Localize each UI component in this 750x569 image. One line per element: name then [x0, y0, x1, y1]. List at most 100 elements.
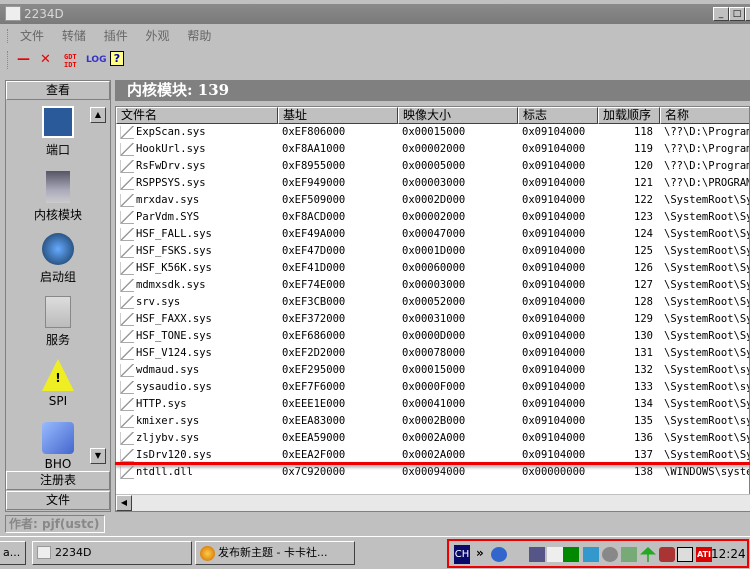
table-row[interactable]: RSPPSYS.sys 0xEF949000 0x00003000 0x0910400… — [116, 175, 749, 192]
maximize-button[interactable]: □ — [729, 7, 745, 21]
file-icon — [120, 364, 134, 377]
col-filename[interactable]: 文件名 — [116, 107, 278, 124]
network-icon[interactable] — [529, 547, 545, 562]
table-row[interactable]: HSF_V124.sys 0xEF2D2000 0x00078000 0x091040… — [116, 345, 749, 362]
ati-icon[interactable]: ATI — [696, 547, 712, 562]
registry-button[interactable]: 注册表 — [6, 471, 110, 490]
nav-startup[interactable]: 启动组 — [20, 233, 96, 285]
table-row[interactable]: HookUrl.sys 0xF8AA1000 0x00002000 0x0910400… — [116, 141, 750, 158]
col-name[interactable]: 名称 — [660, 107, 749, 124]
table-row[interactable]: ntdll.dll 0x7C920000 0x00094000 0x00000000 1… — [116, 464, 749, 481]
nav-kernel-modules[interactable]: 内核模块 — [20, 171, 96, 223]
cell-order: 131 — [634, 347, 653, 359]
table-row[interactable]: HTTP.sys 0xEEE1E000 0x00041000 0x09104000 13… — [116, 396, 750, 413]
file-icon — [120, 177, 134, 190]
file-icon — [120, 432, 134, 445]
col-flags[interactable]: 标志 — [518, 107, 598, 124]
firewall-icon[interactable] — [583, 547, 599, 562]
minus-button[interactable]: — — [17, 52, 30, 67]
file-icon — [120, 211, 134, 224]
scroll-left-button[interactable]: ◀ — [116, 495, 132, 511]
nav-bho[interactable]: BHO — [20, 422, 96, 471]
cell-flags: 0x09104000 — [522, 398, 586, 410]
cell-size: 0x0002A000 — [402, 432, 466, 444]
task-2234d[interactable]: 2234D — [32, 541, 192, 565]
table-row[interactable]: HSF_FALL.sys 0xEF49A000 0x00047000 0x091040… — [116, 226, 750, 243]
cell-name: \SystemRoot\Sy — [664, 398, 750, 410]
log-button[interactable]: LOG — [86, 55, 106, 65]
view-button[interactable]: 查看 — [6, 81, 110, 100]
nav-label: 端口 — [45, 143, 70, 157]
table-row[interactable]: ParVdm.SYS 0xF8ACD000 0x00002000 0x09104000… — [116, 209, 749, 226]
cell-size: 0x0002B000 — [402, 415, 466, 427]
table-row[interactable]: mdmxsdk.sys 0xEF74E000 0x00003000 0x0910400… — [116, 277, 749, 294]
security-shield-icon[interactable] — [659, 547, 675, 562]
table-row[interactable]: zljybv.sys 0xEEA59000 0x0002A000 0x09104000… — [116, 430, 749, 447]
volume-icon[interactable] — [677, 547, 693, 562]
cell-name: \SystemRoot\Sy — [664, 228, 750, 240]
table-row[interactable]: mrxdav.sys 0xEF509000 0x0002D000 0x09104000… — [116, 192, 749, 209]
table-row[interactable]: wdmaud.sys 0xEF295000 0x00015000 0x09104000… — [116, 362, 749, 379]
cell-size: 0x0000D000 — [402, 330, 466, 342]
cell-name: \SystemRoot\sy — [664, 381, 750, 393]
files-button[interactable]: 文件 — [6, 491, 110, 510]
menu-help[interactable]: 帮助 — [187, 29, 211, 43]
table-row[interactable]: kmixer.sys 0xEEA83000 0x0002B000 0x09104000… — [116, 413, 749, 430]
menu-file[interactable]: 文件 — [20, 29, 44, 43]
table-row[interactable]: HSF_FSKS.sys 0xEF47D000 0x0001D000 0x091040… — [116, 243, 749, 260]
cell-order: 119 — [634, 143, 653, 155]
table-row[interactable]: HSF_TONE.sys 0xEF686000 0x0000D000 0x091040… — [116, 328, 749, 345]
menu-appearance[interactable]: 外观 — [146, 29, 170, 43]
minimize-button[interactable]: _ — [713, 7, 729, 21]
cell-flags: 0x00000000 — [522, 466, 586, 478]
task-a[interactable]: a... — [0, 541, 26, 565]
update-icon[interactable] — [621, 547, 637, 562]
cell-size: 0x0000F000 — [402, 381, 466, 393]
menu-dump[interactable]: 转储 — [62, 29, 86, 43]
media-icon[interactable] — [563, 547, 579, 562]
cell-order: 118 — [634, 126, 653, 138]
close-button[interactable]: × — [745, 7, 750, 21]
cell-filename: ExpScan.sys — [136, 126, 206, 138]
computer-icon — [45, 296, 71, 328]
cell-filename: kmixer.sys — [136, 415, 200, 427]
cell-flags: 0x09104000 — [522, 381, 586, 393]
title-bar: 2234D _ □ × — [0, 4, 750, 24]
app-tray-icon[interactable] — [547, 547, 563, 562]
menu-plugins[interactable]: 插件 — [104, 29, 128, 43]
umbrella-icon[interactable] — [640, 547, 656, 562]
cell-filename: HSF_K56K.sys — [136, 262, 212, 274]
nav-services[interactable]: 服务 — [20, 296, 96, 348]
help-icon[interactable]: ? — [110, 51, 124, 66]
cell-base: 0xF8955000 — [282, 160, 346, 172]
cell-filename: RSPPSYS.sys — [136, 177, 206, 189]
cell-order: 135 — [634, 415, 653, 427]
delete-button[interactable]: ✕ — [40, 52, 51, 67]
table-row[interactable]: RsFwDrv.sys 0xF8955000 0x00005000 0x0910400… — [116, 158, 749, 175]
cell-order: 127 — [634, 279, 653, 291]
table-row[interactable]: HSF_FAXX.sys 0xEF372000 0x00031000 0x091040… — [116, 311, 749, 328]
table-row[interactable]: ExpScan.sys 0xEF806000 0x00015000 0x0910400… — [116, 124, 749, 141]
cell-size: 0x00047000 — [402, 228, 466, 240]
maxthon-icon[interactable] — [491, 547, 507, 562]
table-row[interactable]: sysaudio.sys 0xEF7F6000 0x0000F000 0x091040… — [116, 379, 750, 396]
idt-label: IDT — [64, 61, 77, 69]
nav-ports[interactable]: 端口 — [20, 106, 96, 158]
ime-indicator[interactable]: CH — [454, 545, 470, 564]
col-size[interactable]: 映像大小 — [398, 107, 518, 124]
col-load-order[interactable]: 加载顺序 — [598, 107, 660, 124]
table-row[interactable]: srv.sys 0xEF3CB000 0x00052000 0x09104000 128… — [116, 294, 749, 311]
cell-size: 0x00078000 — [402, 347, 466, 359]
cell-name: \??\D:\Program — [664, 143, 750, 155]
table-row[interactable]: HSF_K56K.sys 0xEF41D000 0x00060000 0x091040… — [116, 260, 749, 277]
cell-size: 0x00031000 — [402, 313, 466, 325]
cell-size: 0x00002000 — [402, 211, 466, 223]
disabled-icon[interactable] — [602, 547, 618, 562]
gdt-idt-button[interactable]: GDT IDT — [64, 53, 77, 69]
expand-tray-button[interactable]: » — [476, 546, 492, 561]
task-browser[interactable]: 发布新主题 - 卡卡社... — [195, 541, 355, 565]
horizontal-scrollbar[interactable]: ◀ — [116, 494, 750, 511]
scroll-down-button[interactable]: ▼ — [90, 448, 106, 464]
col-base[interactable]: 基址 — [278, 107, 398, 124]
nav-spi[interactable]: ! SPI — [20, 359, 96, 408]
